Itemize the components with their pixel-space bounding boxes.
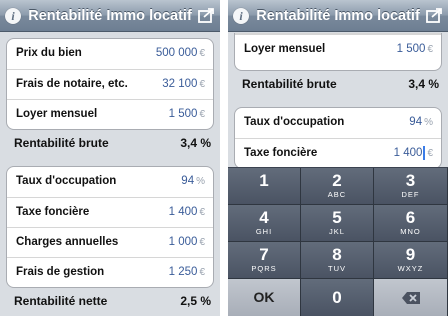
field-label: Prix du bien: [16, 47, 82, 59]
info-icon[interactable]: i: [233, 8, 249, 24]
field-label: Loyer mensuel: [16, 108, 98, 120]
key-1[interactable]: 1: [228, 168, 301, 205]
ok-button[interactable]: OK: [228, 279, 301, 316]
field-label: Frais de notaire, etc.: [16, 78, 128, 90]
field-value[interactable]: 500 000 €: [156, 39, 205, 68]
field-label: Taux d'occupation: [16, 175, 117, 187]
field-label: Taxe foncière: [16, 206, 90, 218]
charges-group: Taux d'occupation 94% Taxe foncière 1 40…: [6, 166, 214, 288]
charges-group: Taux d'occupation 94% Taxe foncière 1 40…: [234, 107, 442, 169]
table-row[interactable]: Taxe foncière 1 400 €: [235, 138, 441, 168]
table-row[interactable]: Frais de gestion 1 250 €: [7, 257, 213, 287]
key-7[interactable]: 7 PQRS: [228, 242, 301, 279]
field-value[interactable]: 32 100 €: [162, 70, 205, 99]
numeric-keypad: 1 2 ABC 3 DEF 4 GHI 5 JKL 6 MNO 7 PQRS 8 TUV 9W…: [228, 167, 448, 316]
field-label: Loyer mensuel: [244, 43, 326, 55]
navigation-bar: i Rentabilité Immo locatif: [0, 0, 220, 32]
field-label: Frais de gestion: [16, 266, 105, 278]
key-2[interactable]: 2 ABC: [301, 168, 374, 205]
key-0[interactable]: 0: [301, 279, 374, 316]
field-label: Taxe foncière: [244, 147, 318, 159]
field-value[interactable]: 1 400 €: [169, 198, 205, 227]
navigation-bar: i Rentabilité Immo locatif: [228, 0, 448, 32]
key-8[interactable]: 8 TUV: [301, 242, 374, 279]
gross-yield: Rentabilité brute 3,4 %: [242, 77, 439, 91]
form-content: Prix du bien 500 000 € Frais de notaire, …: [0, 33, 220, 316]
field-value[interactable]: 1 500 €: [397, 35, 433, 64]
right-screen: i Rentabilité Immo locatif Loyer mensuel…: [228, 0, 448, 316]
key-9[interactable]: 9 WXYZ: [374, 242, 448, 279]
delete-button[interactable]: [374, 279, 448, 316]
left-screen: i Rentabilité Immo locatif Prix du bien …: [0, 0, 220, 316]
field-label: Taux d'occupation: [244, 116, 345, 128]
key-6[interactable]: 6 MNO: [374, 205, 448, 242]
key-5[interactable]: 5 JKL: [301, 205, 374, 242]
table-row[interactable]: Taxe foncière 1 400 €: [7, 197, 213, 227]
table-row[interactable]: Charges annuelles 1 000 €: [7, 227, 213, 257]
key-4[interactable]: 4 GHI: [228, 205, 301, 242]
table-row[interactable]: Prix du bien 500 000 €: [7, 39, 213, 69]
app-title: Rentabilité Immo locatif: [28, 8, 192, 24]
backspace-icon: [402, 292, 420, 304]
app-title: Rentabilité Immo locatif: [256, 8, 420, 24]
net-yield: Rentabilité nette 2,5 %: [14, 294, 211, 308]
field-label: Charges annuelles: [16, 236, 119, 248]
field-value[interactable]: 1 000 €: [169, 228, 205, 257]
investment-group: Loyer mensuel 1 500 €: [234, 33, 442, 71]
table-row[interactable]: Frais de notaire, etc. 32 100 €: [7, 69, 213, 99]
share-icon[interactable]: [198, 7, 215, 23]
table-row[interactable]: Taux d'occupation 94%: [7, 167, 213, 197]
field-value-editing[interactable]: 1 400 €: [394, 139, 433, 168]
key-3[interactable]: 3 DEF: [374, 168, 448, 205]
field-value[interactable]: 94%: [181, 167, 205, 196]
share-icon[interactable]: [426, 7, 443, 23]
info-icon[interactable]: i: [5, 8, 21, 24]
text-cursor: [423, 145, 426, 160]
field-value[interactable]: 1 250 €: [169, 258, 205, 287]
table-row[interactable]: Loyer mensuel 1 500 €: [7, 99, 213, 129]
gross-yield: Rentabilité brute 3,4 %: [14, 136, 211, 150]
table-row[interactable]: Loyer mensuel 1 500 €: [235, 34, 441, 64]
field-value[interactable]: 1 500 €: [169, 100, 205, 129]
field-value[interactable]: 94%: [409, 108, 433, 137]
investment-group: Prix du bien 500 000 € Frais de notaire, …: [6, 38, 214, 130]
table-row[interactable]: Taux d'occupation 94%: [235, 108, 441, 138]
